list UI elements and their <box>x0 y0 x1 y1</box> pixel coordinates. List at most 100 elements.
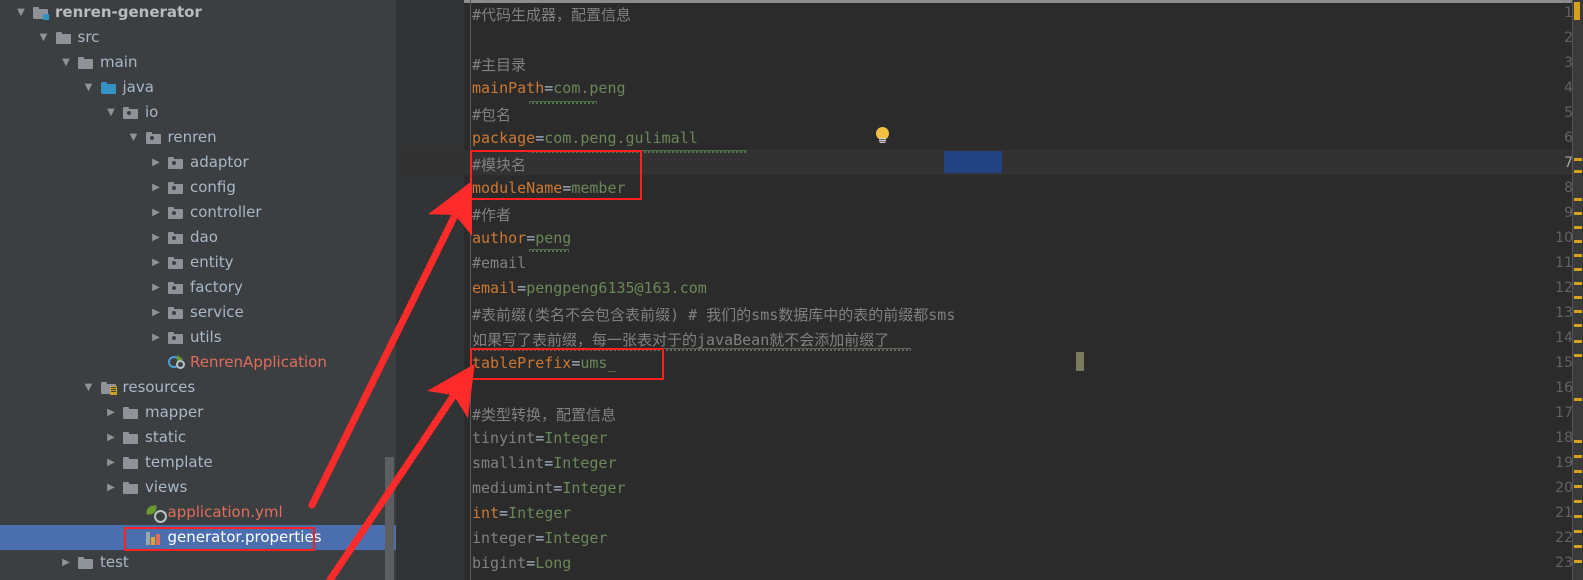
code-token: mainPath <box>472 79 545 97</box>
tree-item-label: config <box>190 178 236 196</box>
code-editor[interactable]: 1 2 3 4 5 6 7 8 9 10 11 12 13 14 15 16 17 18 19 20 21 22 23 #代… <box>396 0 1583 580</box>
chevron-right-icon[interactable]: ▶ <box>104 450 118 475</box>
warning-marker[interactable] <box>1574 268 1582 271</box>
chevron-right-icon[interactable]: ▶ <box>104 400 118 425</box>
warning-marker[interactable] <box>1574 226 1582 229</box>
warning-marker[interactable] <box>1574 440 1582 443</box>
chevron-down-icon[interactable]: ▼ <box>37 25 51 50</box>
code-line: int=Integer <box>472 504 571 522</box>
tree-item-utils[interactable]: ▶ utils <box>0 325 396 350</box>
folder-icon <box>78 557 93 569</box>
tree-item-io[interactable]: ▼ io <box>0 100 396 125</box>
code-token: int <box>472 504 500 522</box>
chevron-right-icon[interactable]: ▶ <box>149 225 163 250</box>
folder-icon <box>78 57 93 69</box>
tree-item-mapper[interactable]: ▶ mapper <box>0 400 396 425</box>
warning-marker[interactable] <box>1574 470 1582 473</box>
tree-item-adaptor[interactable]: ▶ adaptor <box>0 150 396 175</box>
chevron-down-icon[interactable]: ▼ <box>104 100 118 125</box>
chevron-right-icon[interactable]: ▶ <box>104 425 118 450</box>
warning-marker[interactable] <box>1574 545 1582 548</box>
warning-marker[interactable] <box>1574 158 1582 161</box>
tree-item-label: static <box>145 428 187 446</box>
warning-marker[interactable] <box>1574 296 1582 299</box>
tree-item-main[interactable]: ▼ main <box>0 50 396 75</box>
package-folder-icon <box>168 207 183 219</box>
tree-item-config[interactable]: ▶ config <box>0 175 396 200</box>
tree-item-icon <box>168 325 186 350</box>
chevron-down-icon[interactable]: ▼ <box>59 50 73 75</box>
chevron-right-icon[interactable]: ▶ <box>149 200 163 225</box>
warning-marker[interactable] <box>1574 485 1582 488</box>
tree-item-icon <box>168 300 186 325</box>
warning-marker[interactable] <box>1574 310 1582 313</box>
chevron-down-icon[interactable]: ▼ <box>14 0 28 25</box>
warning-marker[interactable] <box>1574 198 1582 201</box>
line-number-gutter[interactable] <box>396 0 464 580</box>
tree-item-controller[interactable]: ▶ controller <box>0 200 396 225</box>
tree-item-renren-generator[interactable]: ▼ renren-generator <box>0 0 396 25</box>
warning-marker[interactable] <box>1574 212 1582 215</box>
tree-item-resources[interactable]: ▼ resources <box>0 375 396 400</box>
chevron-right-icon[interactable]: ▶ <box>149 150 163 175</box>
code-line: mediumint=Integer <box>472 479 626 497</box>
chevron-right-icon[interactable]: ▶ <box>149 300 163 325</box>
code-line: #主目录 <box>472 54 526 75</box>
warning-marker[interactable] <box>1574 170 1582 173</box>
chevron-down-icon[interactable]: ▼ <box>127 125 141 150</box>
warning-marker[interactable] <box>1574 254 1582 257</box>
tree-item-java[interactable]: ▼ java <box>0 75 396 100</box>
intention-bulb-icon[interactable] <box>875 127 892 146</box>
tree-item-service[interactable]: ▶ service <box>0 300 396 325</box>
editor-marker-bar[interactable] <box>1573 0 1583 580</box>
tree-item-label: src <box>77 28 100 46</box>
chevron-right-icon[interactable]: ▶ <box>149 325 163 350</box>
tree-item-renren[interactable]: ▼ renren <box>0 125 396 150</box>
chevron-right-icon[interactable]: ▶ <box>149 250 163 275</box>
tree-item-label: controller <box>190 203 262 221</box>
marker-bar-thumb[interactable] <box>1574 2 1580 20</box>
tree-item-src[interactable]: ▼ src <box>0 25 396 50</box>
warning-marker[interactable] <box>1574 500 1582 503</box>
code-token: #类型转换，配置信息 <box>472 406 617 424</box>
tree-item-dao[interactable]: ▶ dao <box>0 225 396 250</box>
warning-marker[interactable] <box>1574 530 1582 533</box>
warning-marker[interactable] <box>1574 282 1582 285</box>
warning-marker[interactable] <box>1574 560 1582 563</box>
code-line: #包名 <box>472 104 511 125</box>
package-folder-icon <box>145 132 161 144</box>
tree-item-views[interactable]: ▶ views <box>0 475 396 500</box>
package-folder-icon <box>168 332 183 344</box>
warning-marker[interactable] <box>1574 240 1582 243</box>
tree-item-test[interactable]: ▶ test <box>0 550 396 575</box>
chevron-right-icon[interactable]: ▶ <box>104 475 118 500</box>
tree-item-icon <box>55 25 74 50</box>
tree-item-template[interactable]: ▶ template <box>0 450 396 475</box>
code-token: = <box>535 429 545 447</box>
warning-marker[interactable] <box>1574 340 1582 343</box>
project-tool-window[interactable]: ▼ renren-generator ▼ src ▼ main ▼ java ▼ io ▼ renre… <box>0 0 396 580</box>
tree-item-icon <box>78 550 96 575</box>
code-token: #主目录 <box>472 56 527 74</box>
warning-marker[interactable] <box>1574 354 1582 357</box>
project-tree-scrollbar[interactable] <box>385 457 394 580</box>
warning-marker[interactable] <box>1574 398 1582 401</box>
tree-item-entity[interactable]: ▶ entity <box>0 250 396 275</box>
warning-marker[interactable] <box>1574 515 1582 518</box>
tree-item-renrenapplication[interactable]: RenrenApplication <box>0 350 396 375</box>
code-line: mainPath=com.peng <box>472 79 626 97</box>
code-token: smallint <box>472 454 545 472</box>
tree-item-application-yml[interactable]: application.yml <box>0 500 396 525</box>
warning-marker[interactable] <box>1574 455 1582 458</box>
tree-item-factory[interactable]: ▶ factory <box>0 275 396 300</box>
chevron-down-icon[interactable]: ▼ <box>82 375 96 400</box>
warning-marker[interactable] <box>1574 324 1582 327</box>
code-text-area[interactable]: #代码生成器，配置信息 #主目录 mainPath=com.peng #包名 packa… <box>472 0 1583 580</box>
code-token: = <box>553 479 563 497</box>
chevron-right-icon[interactable]: ▶ <box>59 550 73 575</box>
code-token: Integer <box>553 454 617 472</box>
chevron-down-icon[interactable]: ▼ <box>82 75 96 100</box>
tree-item-static[interactable]: ▶ static <box>0 425 396 450</box>
chevron-right-icon[interactable]: ▶ <box>149 275 163 300</box>
chevron-right-icon[interactable]: ▶ <box>149 175 163 200</box>
